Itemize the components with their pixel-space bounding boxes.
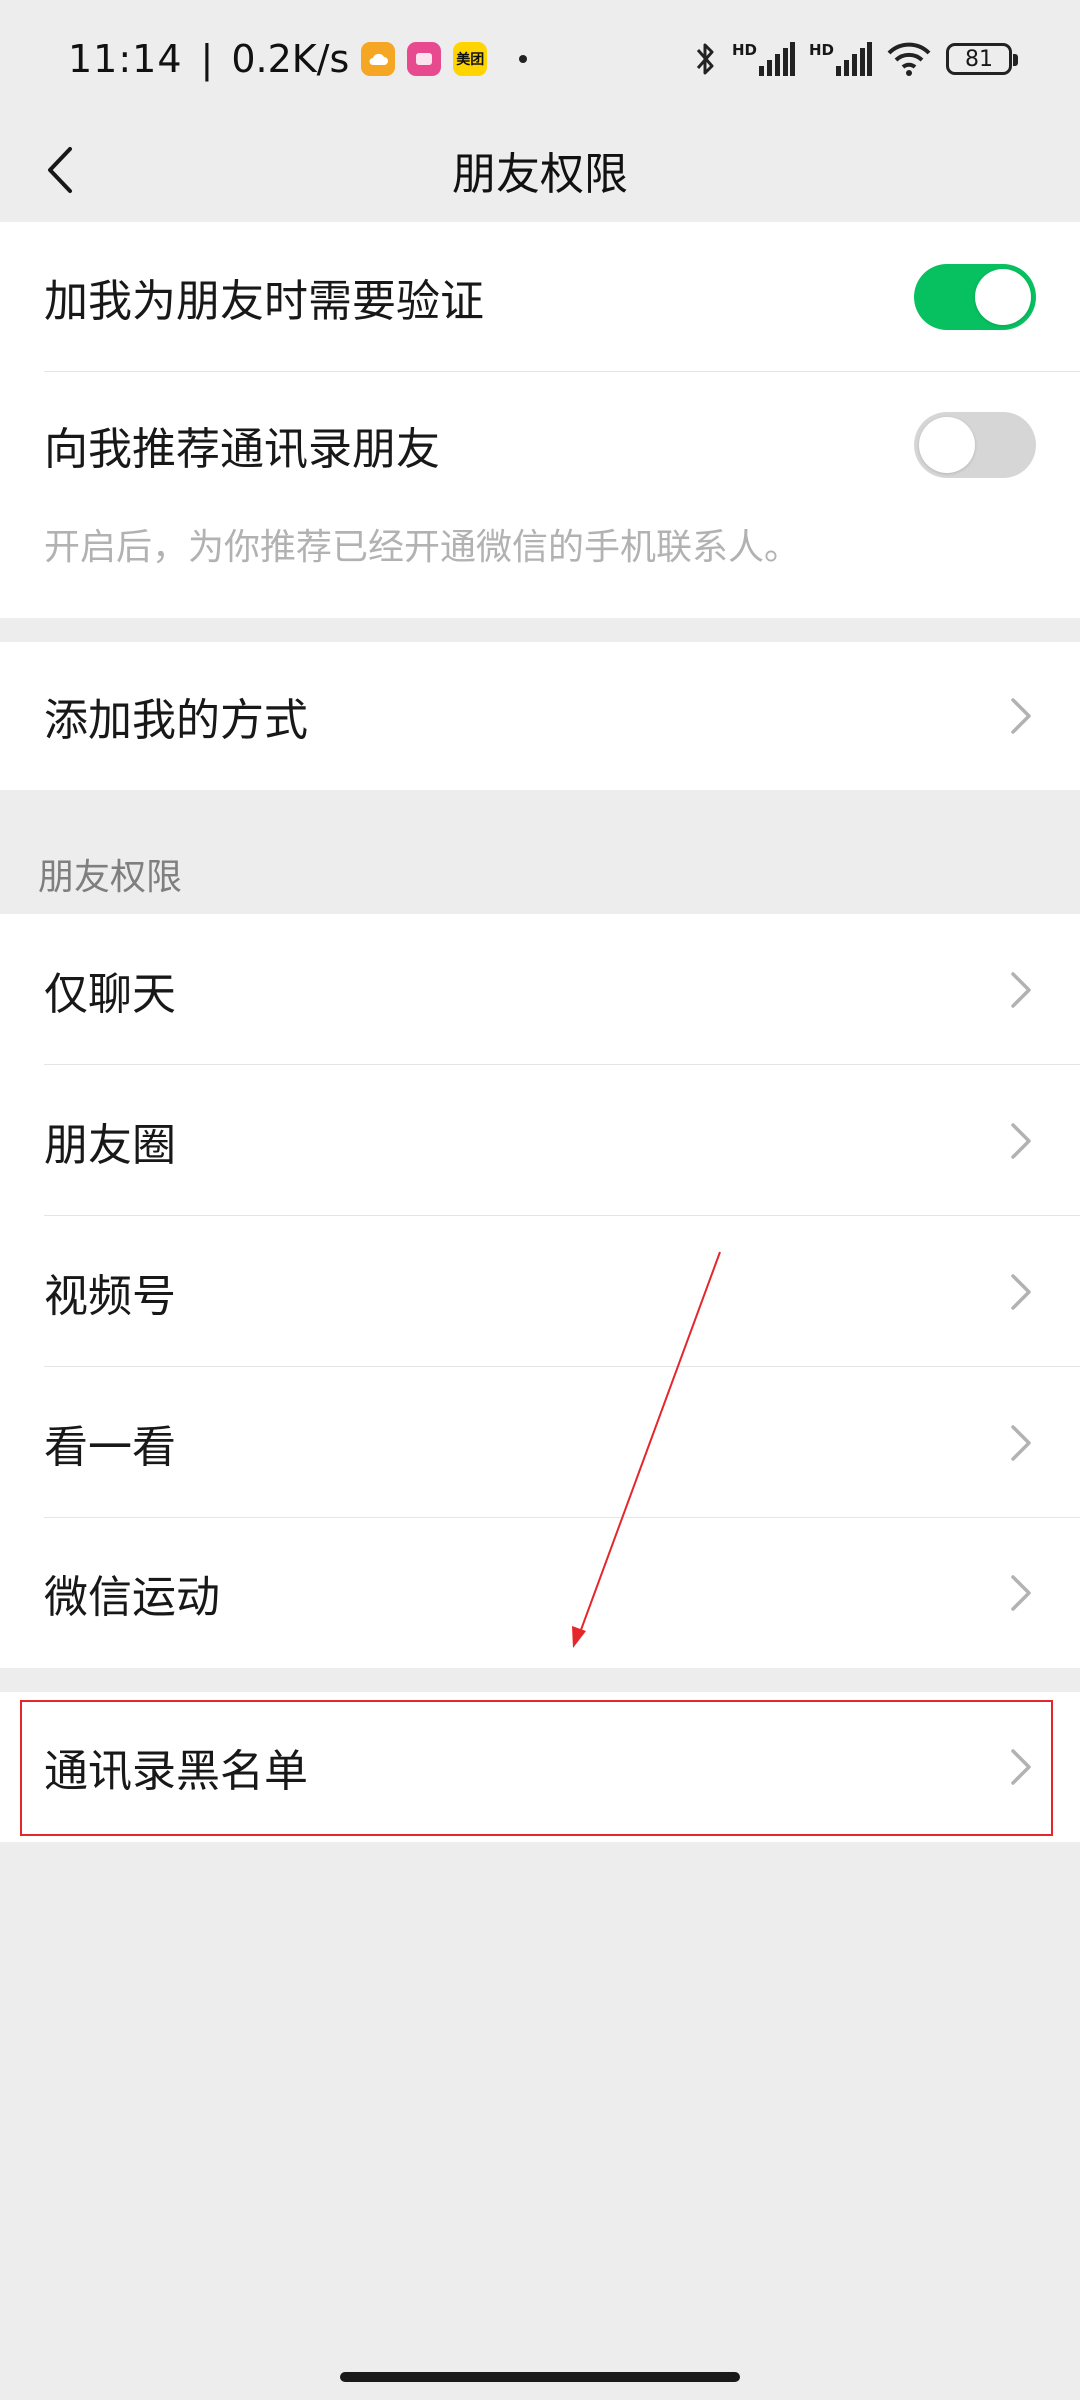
add-friend-verify-toggle[interactable] xyxy=(914,264,1036,330)
hd-label-2: HD xyxy=(808,41,834,59)
page-title: 朋友权限 xyxy=(452,149,628,200)
meituan-app-icon: 美团 xyxy=(453,42,488,76)
hd-label-1: HD xyxy=(731,41,757,59)
permission-item-label: 看一看 xyxy=(44,1421,176,1473)
status-bar: 11:14 | 0.2K/s 美团 HD HD 81 xyxy=(0,0,1080,118)
add-methods-row[interactable]: 添加我的方式 xyxy=(0,642,1080,790)
toggle-knob xyxy=(975,269,1031,325)
weather-cloud-icon xyxy=(361,42,396,76)
status-right: HD HD 81 xyxy=(694,39,1018,79)
chevron-right-icon xyxy=(1006,1745,1036,1789)
recommend-contacts-description: 开启后，为你推荐已经开通微信的手机联系人。 xyxy=(44,527,801,568)
add-methods-label: 添加我的方式 xyxy=(44,695,308,746)
permission-item-top-stories[interactable]: 看一看 xyxy=(0,1367,1080,1518)
page: 11:14 | 0.2K/s 美团 HD HD 81 朋友权限 加我为朋友时需要… xyxy=(0,0,1080,2400)
permission-item-label: 微信运动 xyxy=(44,1572,220,1623)
chevron-right-icon xyxy=(1006,1421,1036,1465)
bluetooth-icon xyxy=(694,39,718,79)
chevron-right-icon xyxy=(1006,1270,1036,1314)
add-friend-verify-label: 加我为朋友时需要验证 xyxy=(44,276,484,327)
chevron-left-icon xyxy=(48,147,72,193)
permission-item-channels[interactable]: 视频号 xyxy=(0,1216,1080,1367)
contacts-blacklist-label: 通讯录黑名单 xyxy=(44,1746,308,1797)
status-separator: | xyxy=(200,37,214,81)
signal-1-icon: HD xyxy=(732,39,795,79)
permission-item-chat-only[interactable]: 仅聊天 xyxy=(0,914,1080,1065)
recommend-contacts-toggle[interactable] xyxy=(914,412,1036,478)
nav-bar: 朋友权限 xyxy=(0,118,1080,222)
recommend-contacts-label: 向我推荐通讯录朋友 xyxy=(44,424,440,475)
permission-item-label: 朋友圈 xyxy=(44,1119,176,1171)
permission-item-label: 视频号 xyxy=(44,1270,176,1322)
permission-item-moments[interactable]: 朋友圈 xyxy=(0,1065,1080,1216)
chevron-right-icon xyxy=(1006,694,1036,738)
notification-dot-icon xyxy=(519,55,528,63)
friend-permissions-header: 朋友权限 xyxy=(38,857,183,898)
verification-group: 加我为朋友时需要验证 向我推荐通讯录朋友 开启后，为你推荐已经开通微信的手机联系… xyxy=(0,222,1080,618)
permission-item-label: 仅聊天 xyxy=(44,968,176,1020)
permission-item-werun[interactable]: 微信运动 xyxy=(0,1518,1080,1668)
blacklist-group: 通讯录黑名单 xyxy=(0,1692,1080,1842)
battery-icon: 81 xyxy=(946,43,1018,75)
shopping-app-icon xyxy=(407,42,442,76)
add-methods-group: 添加我的方式 xyxy=(0,642,1080,790)
battery-level: 81 xyxy=(965,46,993,72)
toggle-knob xyxy=(919,417,975,473)
chevron-right-icon xyxy=(1006,1571,1036,1615)
recommend-contacts-row: 向我推荐通讯录朋友 xyxy=(0,372,1080,518)
contacts-blacklist-row[interactable]: 通讯录黑名单 xyxy=(0,1692,1080,1842)
network-speed: 0.2K/s xyxy=(231,37,350,81)
chevron-right-icon xyxy=(1006,1119,1036,1163)
back-button[interactable] xyxy=(30,140,90,200)
home-indicator xyxy=(340,2372,740,2382)
friend-permissions-group: 仅聊天 朋友圈 视频号 看一看 微信运动 xyxy=(0,914,1080,1668)
status-time: 11:14 xyxy=(68,37,183,81)
signal-2-icon: HD xyxy=(809,39,872,79)
wifi-icon xyxy=(886,39,932,79)
status-left: 11:14 | 0.2K/s 美团 xyxy=(68,37,528,81)
add-friend-verify-row: 加我为朋友时需要验证 xyxy=(0,222,1080,372)
chevron-right-icon xyxy=(1006,968,1036,1012)
